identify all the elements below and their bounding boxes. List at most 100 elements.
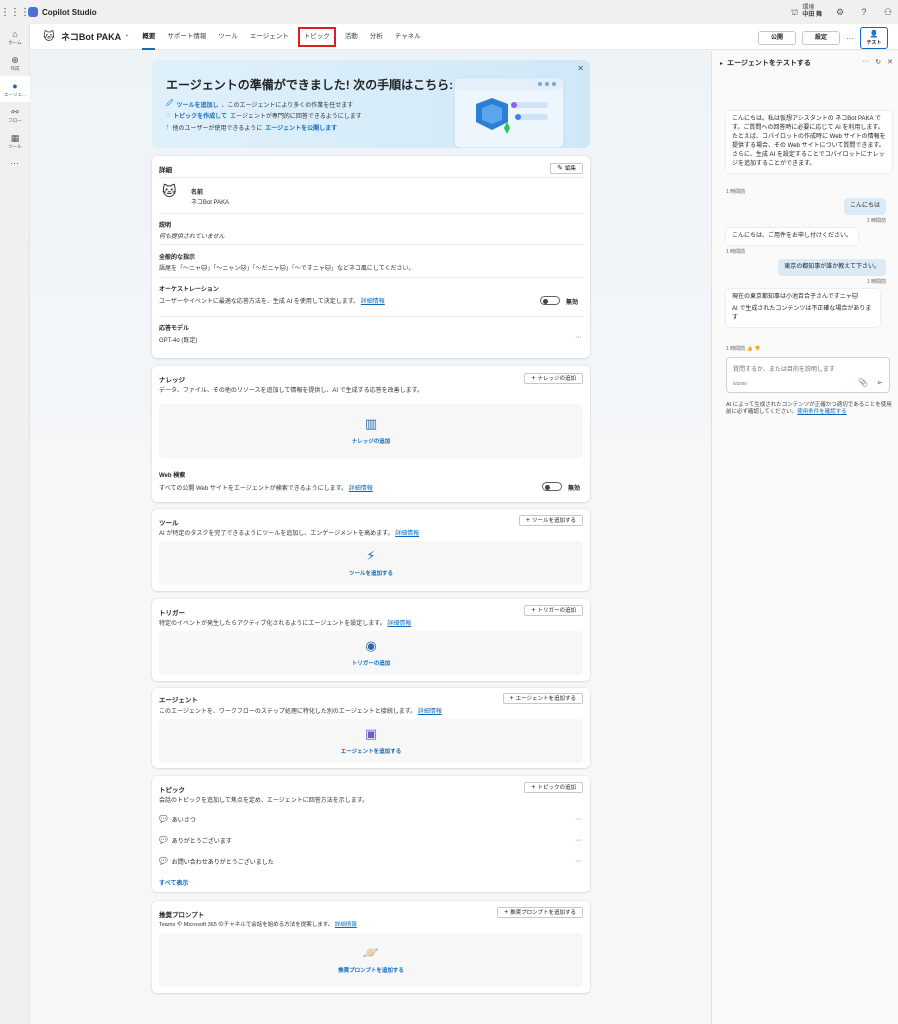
tab-agents[interactable]: エージェント [244,24,295,50]
tab-knowledge[interactable]: サポート情報 [161,24,212,50]
agent-tabs: 概要 サポート情報 ツール エージェント トピック 活動 分析 チャネル [136,24,426,50]
tab-analytics[interactable]: 分析 [364,24,389,50]
agent-cat-avatar-icon: 🐱 [162,183,177,199]
topic-more-icon[interactable]: ··· [575,816,582,823]
knowledge-card: ナレッジ データ、ファイル、その他のリソースを追加して情報を提供し、AI で生成… [152,366,590,502]
add-tool-label: ツールを追加する [531,518,576,524]
name-label: 名前 [191,190,204,196]
attach-icon[interactable]: 📎 [858,378,868,387]
add-tools-link[interactable]: ツールを追加し [176,100,218,109]
refresh-icon[interactable]: ↻ [875,58,881,66]
thumbs-down-icon[interactable]: 👎 [754,346,760,352]
topic-chat-icon: 💬 [159,858,168,865]
instructions-label: 全般的な指示 [159,255,196,261]
add-prompt-button[interactable]: + 推奨プロンプトを追加する [497,907,583,918]
orchestration-learn-more-link[interactable]: 詳細情報 [361,299,385,305]
plus-icon: + [504,909,509,916]
flows-icon: ⚯ [11,106,19,117]
add-knowledge-button[interactable]: + ナレッジの追加 [524,373,583,384]
rail-item-create[interactable]: ⊕ 作成 [0,50,30,76]
orchestration-toggle[interactable] [540,296,560,305]
settings-button[interactable]: 設定 [801,31,840,45]
test-pane-header: ▸ エージェントをテストする ··· ↻ ✕ [712,51,898,75]
more-options-icon[interactable]: ··· [846,34,854,43]
rail-item-agents[interactable]: ● エージェ... [0,76,30,102]
triggers-learn-more-link[interactable]: 詳細情報 [387,621,411,627]
add-agent-button[interactable]: + エージェントを追加する [502,693,583,704]
message-timestamp: 1 時間前 [866,279,886,285]
agents-icon: ● [12,80,18,91]
agents-empty-state[interactable]: ▣ エージェントを追加する [159,719,583,763]
tab-channels[interactable]: チャネル [389,24,427,50]
rail-label: エージェ... [4,91,26,97]
rail-item-home[interactable]: ⌂ ホーム [0,24,30,50]
divider [159,244,583,245]
message-timestamp: 1 時間前 [726,346,746,352]
add-tool-button[interactable]: + ツールを追加する [518,515,583,526]
rail-item-flows[interactable]: ⚯ フロー [0,102,30,128]
collapse-chevron-icon[interactable]: ▸ [720,60,723,67]
settings-gear-icon[interactable]: ⚙ [834,7,846,18]
test-button-label: テスト [866,39,882,46]
banner-step-topics: ◌ トピックを作成して エージェントが専門的に回答できるようにします [166,111,362,120]
close-icon[interactable]: ✕ [887,58,893,66]
web-search-toggle[interactable] [542,482,562,491]
see-all-topics-link[interactable]: すべて表示 [159,878,188,887]
divider [159,213,583,214]
topic-row-goodbye[interactable]: 💬 お問い合わせありがとうございました ··· [159,855,583,867]
triggers-desc: 特定のイベントが発生したらアクティブ化されるようにエージェントを設定します。 詳… [159,618,411,627]
help-icon[interactable]: ? [858,7,870,17]
model-more-icon[interactable]: ··· [575,334,582,341]
tools-empty-state[interactable]: ⚡ ツールを追加する [159,541,583,585]
chat-input-box[interactable]: 質問するか、または目的を説明します 0/2000 📎 ➢ [726,357,890,393]
terms-link[interactable]: 使用条件を確認する [797,409,847,415]
edit-details-button[interactable]: ✎ 編集 [550,163,583,174]
tools-empty-label: ツールを追加する [348,571,393,577]
close-icon[interactable]: ✕ [577,64,584,73]
topic-row-greeting[interactable]: 💬 あいさつ ··· [159,813,583,825]
topic-name: ありがとうございます [171,838,232,845]
topic-row-thanks[interactable]: 💬 ありがとうございます ··· [159,834,583,846]
more-options-icon[interactable]: ··· [862,58,869,66]
create-topic-link[interactable]: トピックを作成して [173,111,227,120]
user-message: 東京の都知事が誰か教えて下さい。 [778,259,886,276]
app-launcher-icon[interactable]: ⋮⋮⋮ [0,7,30,18]
triggers-empty-state[interactable]: ◉ トリガーの追加 [159,631,583,675]
publish-button[interactable]: 公開 [757,31,796,45]
add-topic-button[interactable]: + トピックの追加 [524,782,583,793]
publish-agent-link[interactable]: エージェントを公開します [265,123,337,132]
trigger-bulb-icon: ◉ [365,638,377,653]
app-brand[interactable]: Copilot Studio [28,7,97,17]
divider [159,177,583,178]
knowledge-books-icon: ▥ [364,416,378,431]
left-navigation-rail: ⌂ ホーム ⊕ 作成 ● エージェ... ⚯ フロー ▦ ツール ··· [0,24,30,1024]
topic-more-icon[interactable]: ··· [575,837,582,844]
tab-activity[interactable]: 活動 [339,24,364,50]
web-search-desc: すべての公開 Web サイトをエージェントが検索できるようにします。 詳細情報 [159,483,373,492]
thumbs-up-icon[interactable]: 👍 [747,346,753,352]
rail-more-icon[interactable]: ··· [0,158,29,168]
orchestration-text: ユーザーやイベントに最適な応答方法を、生成 AI を使用して決定します。 [159,299,360,305]
send-icon[interactable]: ➢ [876,378,883,387]
tab-topics[interactable]: トピック [297,26,336,47]
tab-tools[interactable]: ツール [212,24,244,50]
chat-input-placeholder[interactable]: 質問するか、または目的を説明します [733,364,835,373]
agents-learn-more-link[interactable]: 詳細情報 [418,709,442,715]
prompts-learn-more-link[interactable]: 詳細情報 [335,922,357,928]
rail-item-tools[interactable]: ▦ ツール [0,128,30,154]
arrow-up-icon: ↑ [166,124,170,131]
topic-more-icon[interactable]: ··· [575,858,582,865]
suggested-prompts-card: 推奨プロンプト Teams や Microsoft 365 のチャネルで会話を始… [152,901,590,993]
web-search-learn-more-link[interactable]: 詳細情報 [349,486,373,492]
tab-overview[interactable]: 概要 [136,24,161,50]
knowledge-empty-state[interactable]: ▥ ナレッジの追加 [159,404,583,458]
message-timestamp: 1 時間前 [726,189,746,195]
account-icon[interactable]: ⚇ [882,7,894,18]
environment-picker[interactable]: ⛫ 環境 中田 舞 [791,5,822,19]
user-message: こんにちは [843,198,886,215]
test-button[interactable]: 👤 テスト [860,27,888,49]
add-trigger-button[interactable]: + トリガーの追加 [524,605,583,616]
tools-learn-more-link[interactable]: 詳細情報 [395,531,419,537]
triggers-card: トリガー 特定のイベントが発生したらアクティブ化されるようにエージェントを設定し… [152,599,590,681]
prompts-empty-state[interactable]: 🪐 推奨プロンプトを追加する [159,933,583,987]
